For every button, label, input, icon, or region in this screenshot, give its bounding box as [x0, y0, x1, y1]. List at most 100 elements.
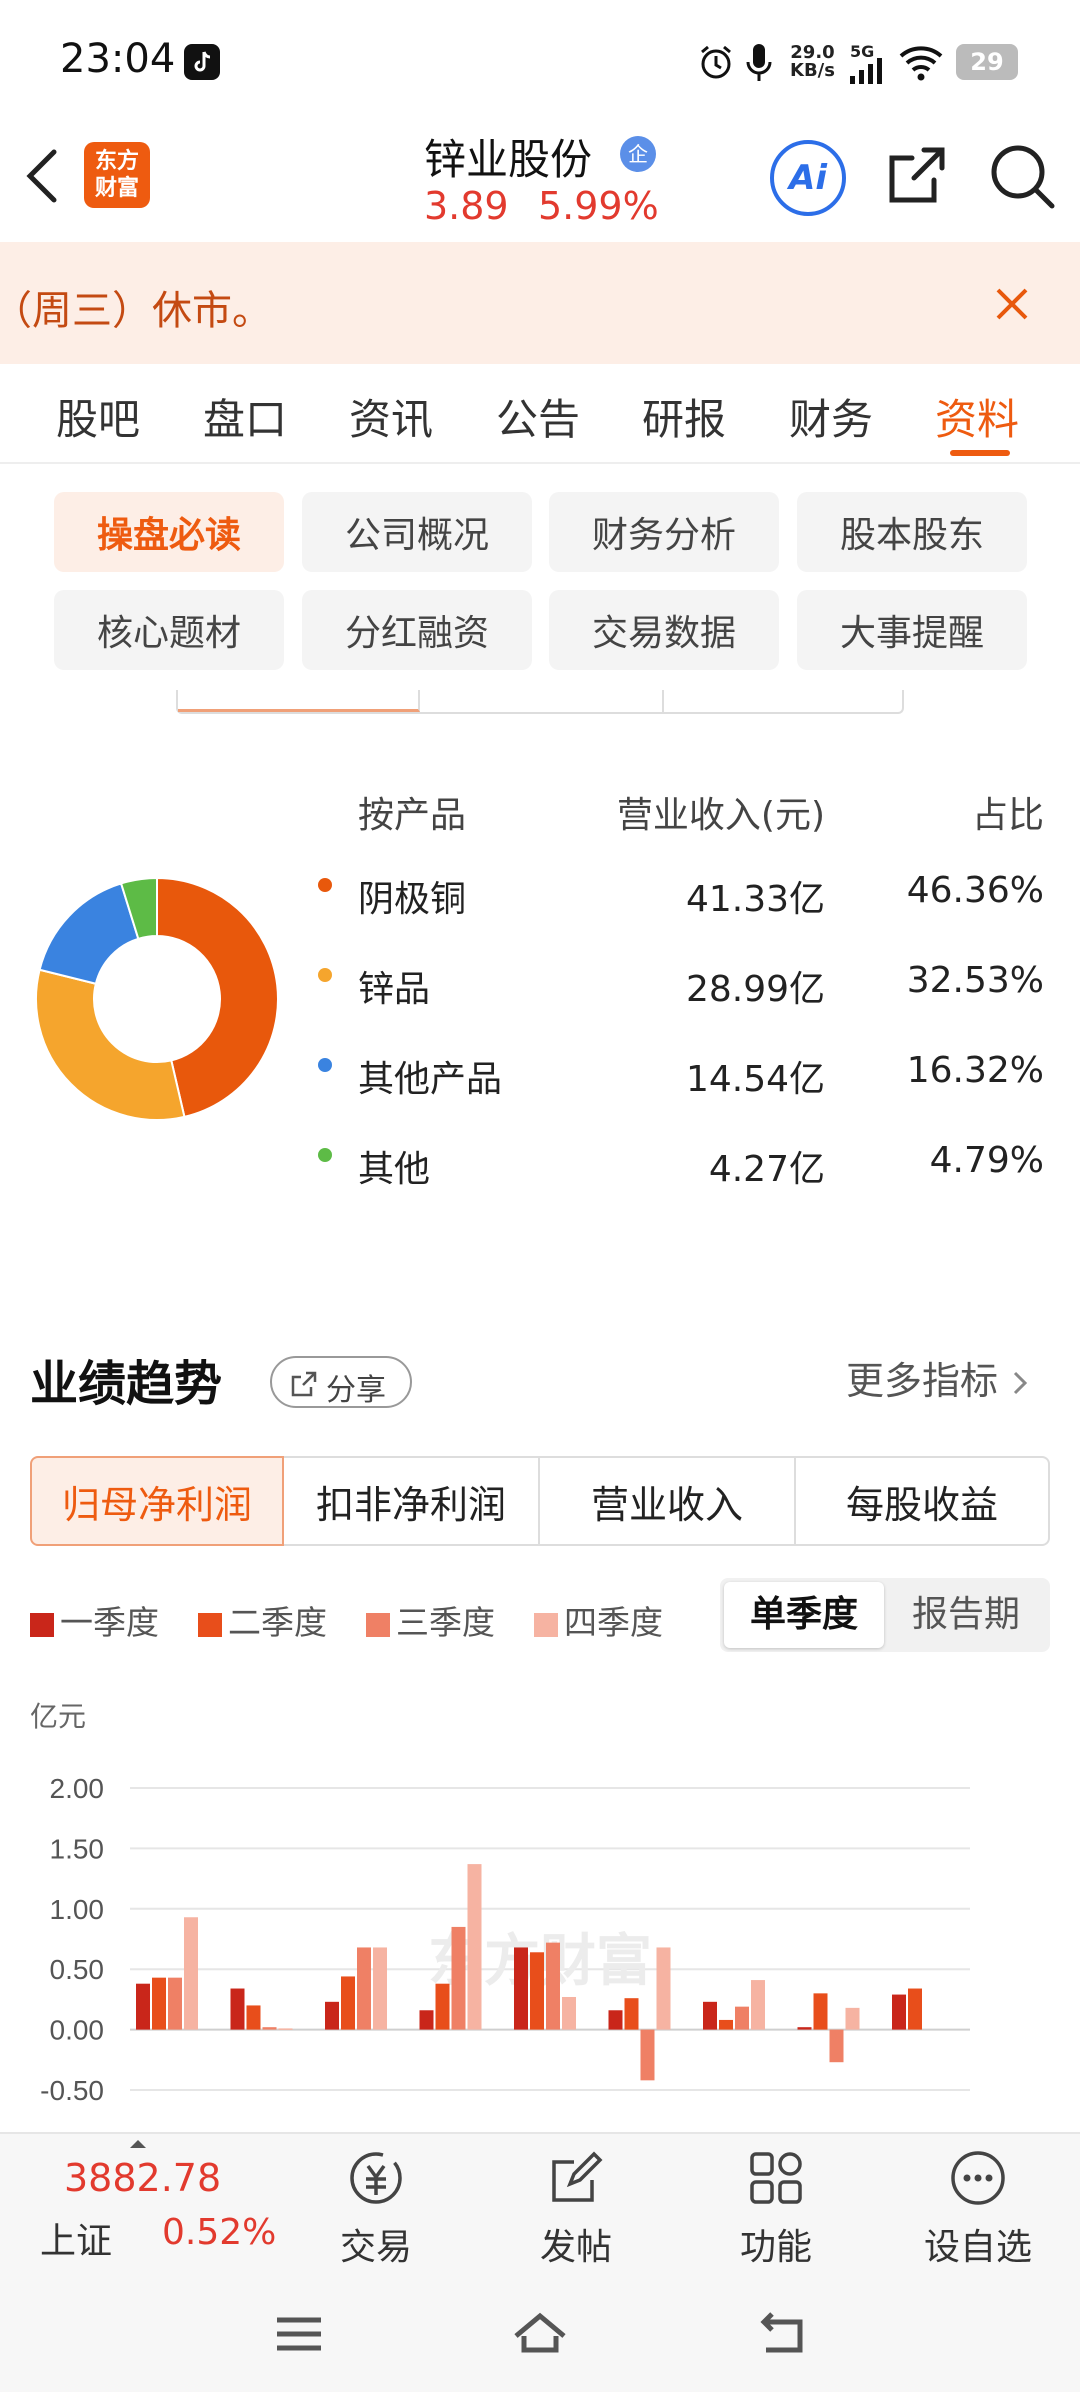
y-axis-unit: 亿元	[30, 1701, 86, 1732]
menu-icon[interactable]	[274, 2314, 324, 2354]
bar[interactable]	[829, 2029, 844, 2063]
bar[interactable]	[624, 1998, 639, 2030]
y-tick-label: -0.50	[40, 2075, 104, 2106]
tab-profile[interactable]: 资料	[935, 386, 1019, 447]
bar[interactable]	[435, 1983, 450, 2030]
back-gesture-icon[interactable]	[752, 2310, 808, 2358]
bar[interactable]	[608, 2010, 623, 2030]
mic-icon	[746, 44, 772, 81]
bar[interactable]	[892, 1994, 906, 2030]
chip-trading-data[interactable]: 交易数据	[549, 590, 779, 670]
tab-finance[interactable]: 财务	[789, 386, 873, 447]
index-value[interactable]: 3882.78	[64, 2156, 221, 2200]
chip-financial-analysis[interactable]: 财务分析	[549, 492, 779, 572]
legend-swatch	[534, 1613, 558, 1637]
share-small-icon	[291, 1371, 317, 1397]
grid-icon	[750, 2152, 802, 2204]
bar[interactable]	[467, 1864, 482, 2030]
wifi-icon	[899, 46, 943, 81]
bar[interactable]	[262, 2027, 277, 2030]
legend-q4: 四季度	[534, 1596, 663, 1644]
bar[interactable]	[703, 2001, 717, 2030]
metric-tab-eps[interactable]: 每股收益	[796, 1456, 1050, 1546]
donut-slice	[35, 968, 186, 1121]
bar[interactable]	[373, 1947, 387, 2030]
signal-icon	[850, 58, 882, 84]
composition-row: 锌品 28.99亿 32.53%	[310, 954, 1050, 1014]
composition-row: 其他 4.27亿 4.79%	[310, 1134, 1050, 1194]
chip-shareholders[interactable]: 股本股东	[797, 492, 1027, 572]
bar[interactable]	[719, 2019, 733, 2030]
share-button[interactable]: 分享	[270, 1356, 412, 1408]
bar[interactable]	[230, 1988, 245, 2030]
bar[interactable]	[184, 1917, 198, 2030]
main-tabs: 股吧 盘口 资讯 公告 研报 财务 资料	[0, 364, 1080, 464]
bar[interactable]	[419, 2010, 434, 2030]
trade-icon	[350, 2152, 402, 2204]
legend-dot	[318, 1148, 332, 1162]
period-toggle: 单季度 报告期	[720, 1578, 1050, 1652]
toggle-report-period[interactable]: 报告期	[886, 1582, 1046, 1648]
composition-row: 阴极铜 41.33亿 46.36%	[310, 864, 1050, 924]
bar[interactable]	[735, 2006, 749, 2030]
bar[interactable]	[357, 1947, 371, 2030]
bar[interactable]	[908, 1988, 922, 2030]
metric-tab-adjusted-profit[interactable]: 扣非净利润	[284, 1456, 540, 1546]
scrolled-segment	[176, 690, 904, 714]
metric-tab-net-profit[interactable]: 归母净利润	[30, 1456, 284, 1546]
bar[interactable]	[168, 1977, 182, 2030]
bottom-nav: 3882.78 上证 0.52% 交易 发帖 功能 设自选	[0, 2132, 1080, 2392]
market-notice: （周三）休市。	[0, 242, 1080, 364]
bar[interactable]	[341, 1976, 355, 2030]
bar[interactable]	[514, 1947, 528, 2030]
tab-announcements[interactable]: 公告	[496, 386, 580, 447]
chip-major-events[interactable]: 大事提醒	[797, 590, 1027, 670]
toggle-single-quarter[interactable]: 单季度	[724, 1582, 884, 1648]
alarm-icon	[701, 45, 731, 79]
y-tick-label: 0.00	[50, 2015, 105, 2046]
metric-tab-revenue[interactable]: 营业收入	[540, 1456, 796, 1546]
bar[interactable]	[546, 1942, 560, 2030]
bar[interactable]	[797, 2027, 812, 2030]
chip-dividends-financing[interactable]: 分红融资	[302, 590, 532, 670]
bar[interactable]	[656, 1947, 671, 2030]
bar[interactable]	[325, 2001, 339, 2030]
y-tick-label: 2.00	[50, 1773, 105, 1804]
tab-pankou[interactable]: 盘口	[203, 386, 287, 447]
status-bar: 23:04 29.0 KB/s 5G 29	[0, 0, 1080, 120]
bar[interactable]	[136, 1983, 150, 2030]
ai-button[interactable]: Ai	[770, 140, 846, 216]
bar[interactable]	[530, 1952, 544, 2030]
bar[interactable]	[562, 1996, 576, 2030]
bar[interactable]	[152, 1977, 166, 2030]
enterprise-badge: 企	[620, 136, 656, 172]
back-icon[interactable]	[22, 146, 62, 206]
tab-news[interactable]: 资讯	[349, 386, 433, 447]
index-change: 0.52%	[162, 2212, 277, 2253]
tab-research[interactable]: 研报	[642, 386, 726, 447]
share-icon[interactable]	[880, 140, 952, 212]
bar[interactable]	[751, 1980, 765, 2030]
bar[interactable]	[640, 2029, 655, 2081]
home-icon[interactable]	[512, 2310, 568, 2358]
bar[interactable]	[278, 2028, 293, 2030]
tab-guba[interactable]: 股吧	[56, 386, 140, 447]
stock-name: 锌业股份	[424, 135, 593, 184]
chevron-up-icon[interactable]	[128, 2138, 148, 2150]
chip-must-read[interactable]: 操盘必读	[54, 492, 284, 572]
brand-logo: 东方 财富	[84, 142, 150, 208]
bar[interactable]	[246, 2005, 261, 2030]
chevron-right-icon	[1014, 1371, 1028, 1395]
legend-swatch	[30, 1613, 54, 1637]
chip-core-themes[interactable]: 核心题材	[54, 590, 284, 670]
y-tick-label: 1.50	[50, 1833, 105, 1864]
net-speed: 29.0 KB/s	[790, 42, 835, 81]
bar[interactable]	[845, 2007, 860, 2030]
bar[interactable]	[451, 1926, 466, 2030]
more-metrics-link[interactable]: 更多指标	[846, 1350, 1030, 1405]
close-icon[interactable]	[994, 286, 1030, 322]
chip-company-overview[interactable]: 公司概况	[302, 492, 532, 572]
search-icon[interactable]	[986, 140, 1058, 212]
tiktok-icon	[184, 44, 220, 80]
bar[interactable]	[813, 1993, 828, 2030]
